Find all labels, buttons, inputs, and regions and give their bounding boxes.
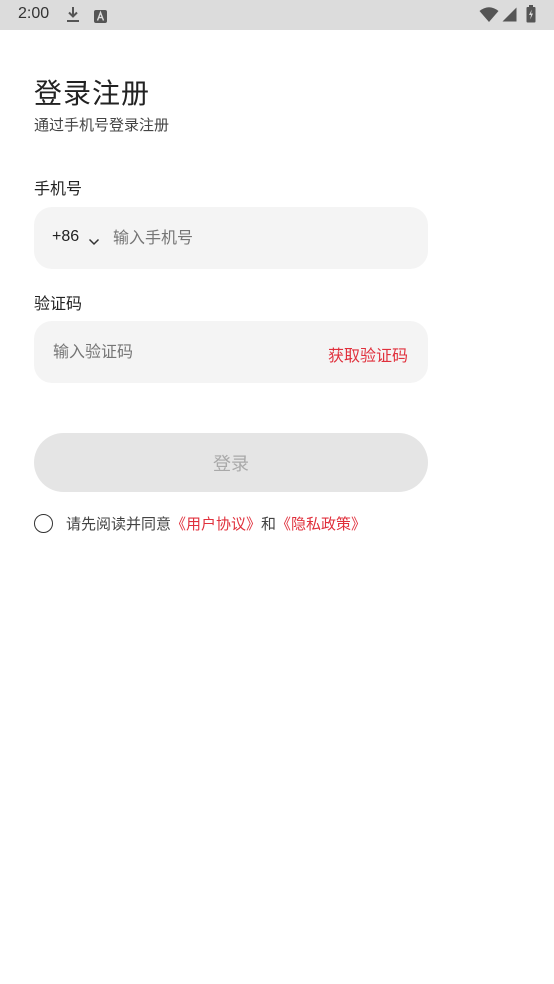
privacy-policy-link[interactable]: 《隐私政策》 <box>276 513 366 534</box>
phone-label: 手机号 <box>34 179 83 198</box>
code-input-box: 获取验证码 <box>34 321 428 383</box>
phone-input-box: +86 <box>34 207 428 269</box>
code-label: 验证码 <box>34 294 83 313</box>
signal-icon <box>502 7 517 26</box>
download-icon <box>66 6 80 27</box>
status-bar: 2:00 <box>0 0 554 30</box>
code-input[interactable] <box>53 342 293 361</box>
agreement-row: 请先阅读并同意 《用户协议》 和 《隐私政策》 <box>34 511 366 535</box>
accessibility-icon <box>94 8 107 27</box>
agreement-checkbox[interactable] <box>34 513 53 533</box>
chevron-down-icon[interactable] <box>88 231 100 250</box>
agreement-prefix: 请先阅读并同意 <box>66 514 172 533</box>
phone-input[interactable] <box>113 228 403 247</box>
login-button[interactable]: 登录 <box>34 433 428 492</box>
agreement-conjunction: 和 <box>261 514 277 533</box>
user-agreement-link[interactable]: 《用户协议》 <box>171 513 261 534</box>
status-time: 2:00 <box>18 5 50 22</box>
battery-icon <box>526 5 536 27</box>
get-code-button[interactable]: 获取验证码 <box>328 342 408 366</box>
page-subtitle: 通过手机号登录注册 <box>34 116 170 134</box>
wifi-icon <box>479 7 499 27</box>
country-code-selector[interactable]: +86 <box>52 228 79 246</box>
page-title: 登录注册 <box>34 77 151 110</box>
